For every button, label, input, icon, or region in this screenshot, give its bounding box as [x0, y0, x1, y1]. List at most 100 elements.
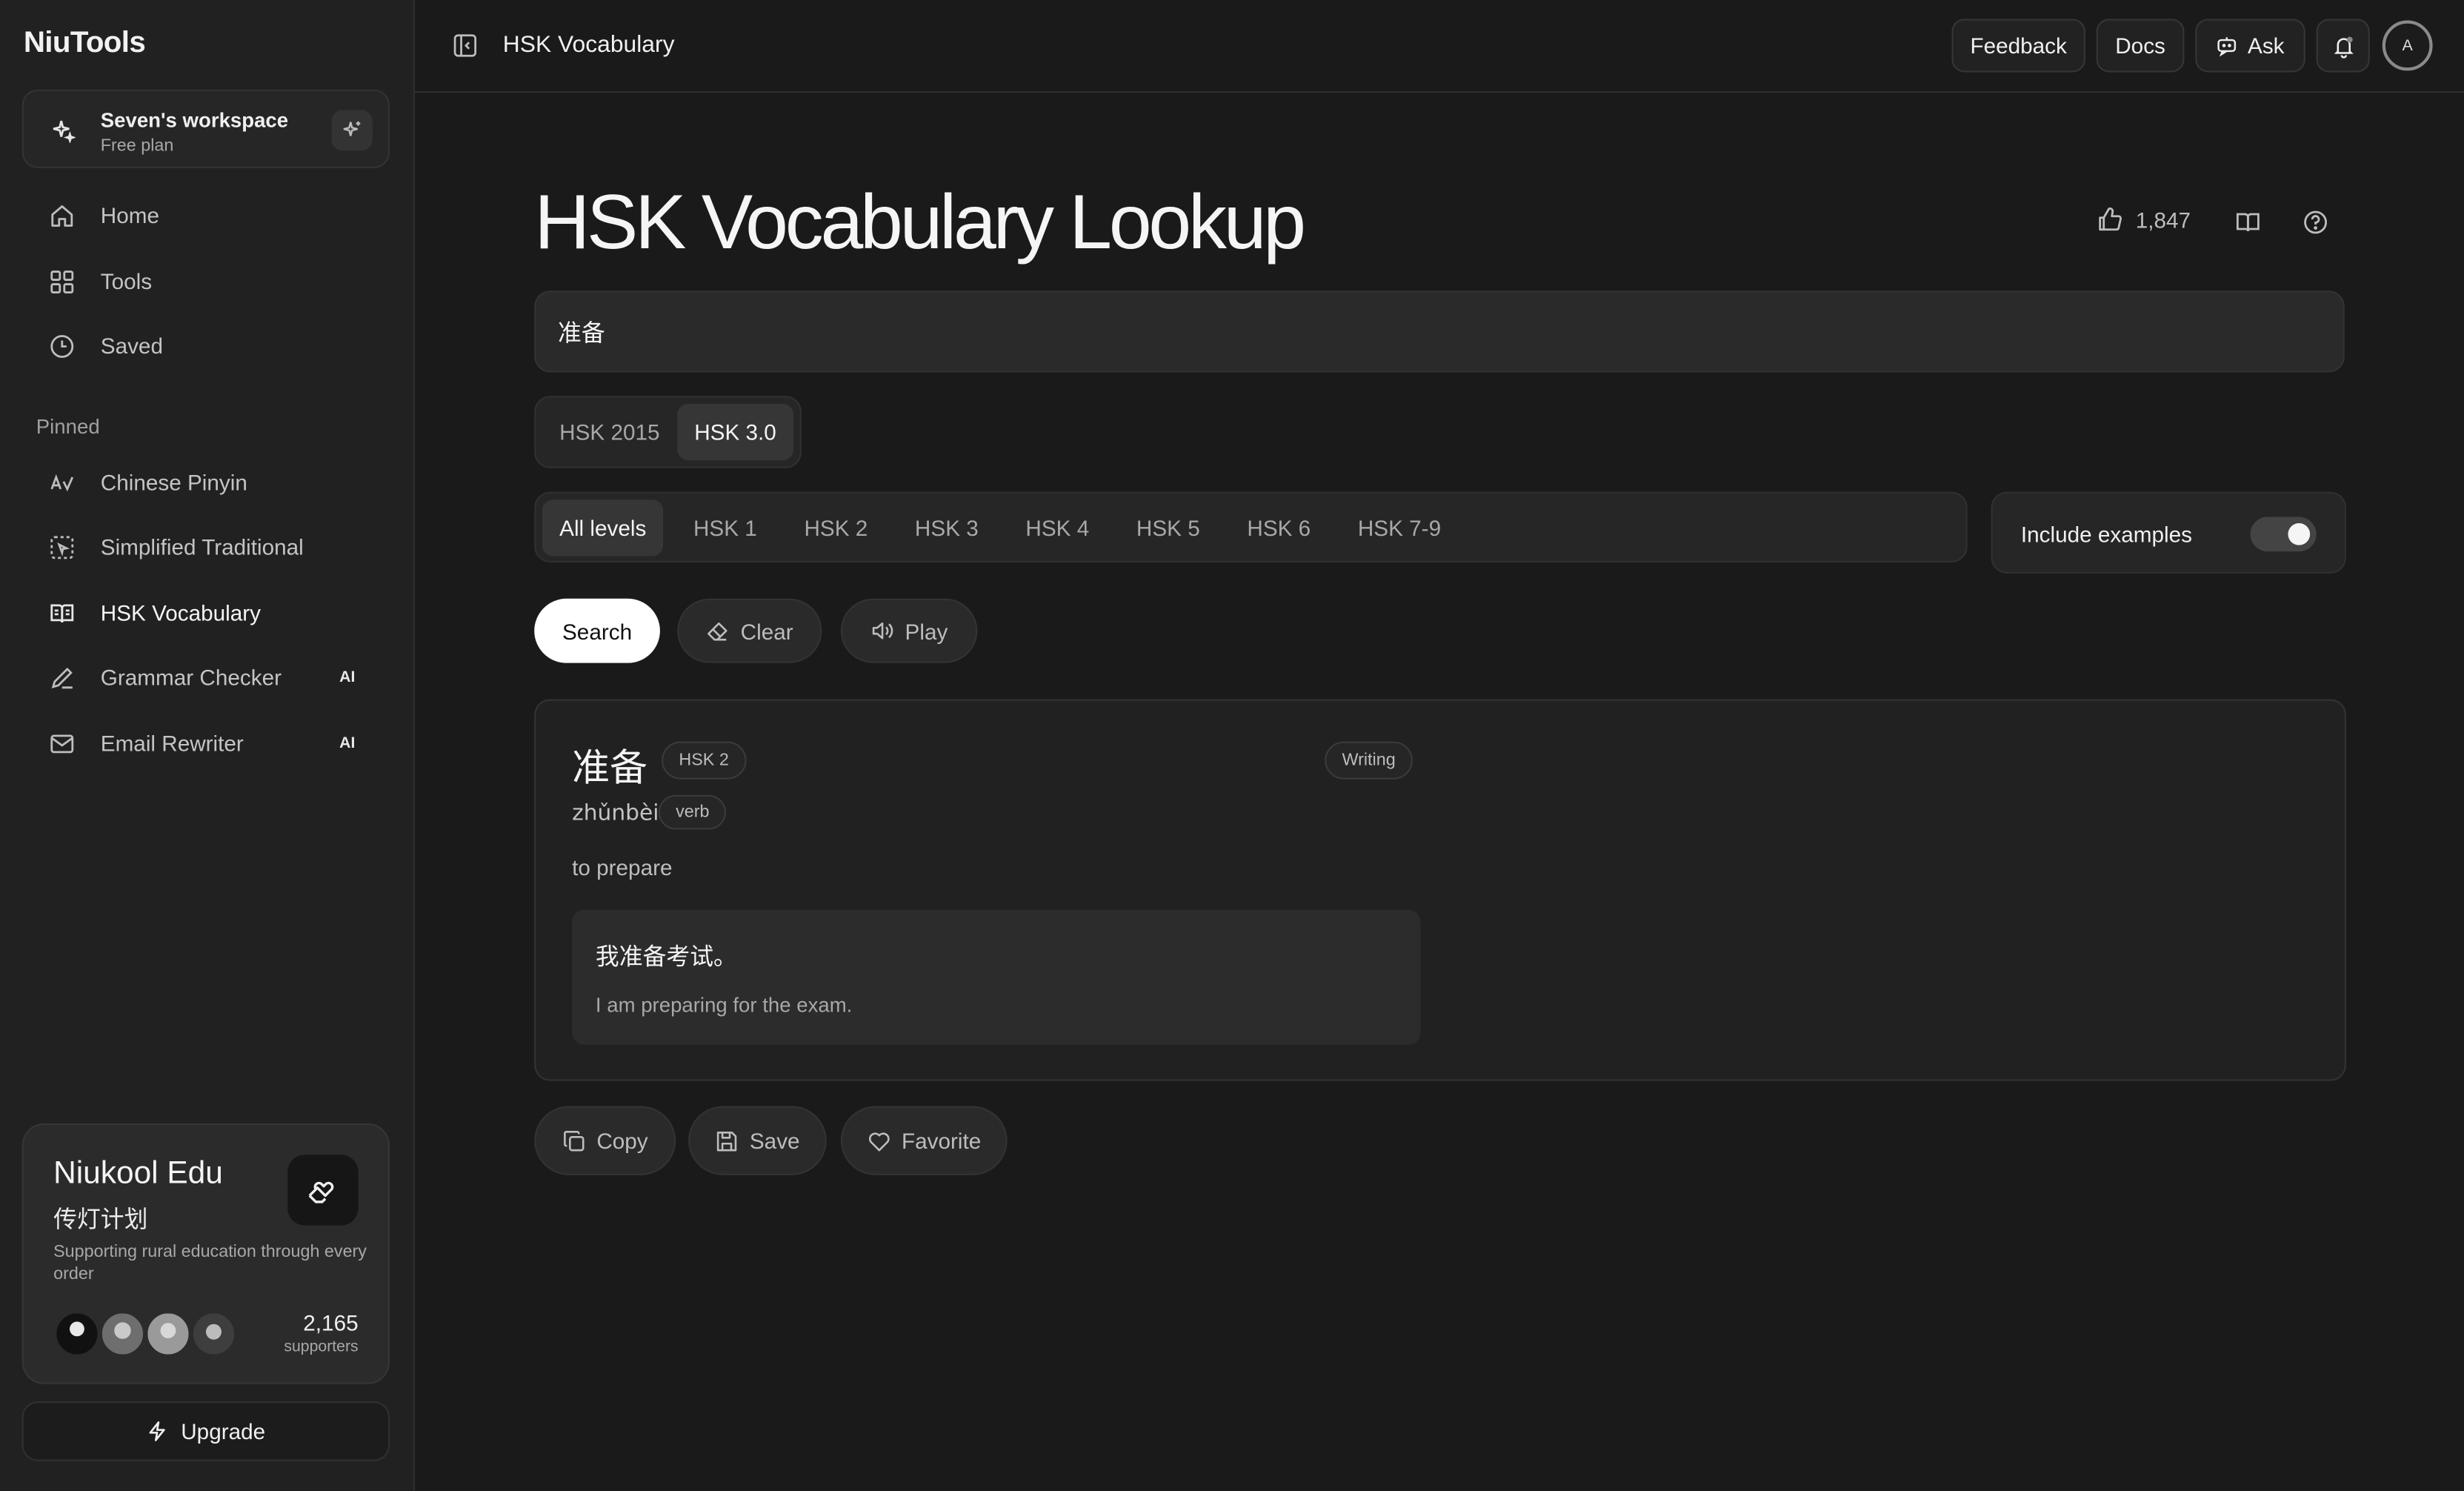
pinyin-icon: [47, 468, 76, 497]
level-hsk-7-9[interactable]: HSK 7-9: [1341, 499, 1459, 555]
include-examples-toggle[interactable]: [2250, 517, 2317, 552]
user-avatar[interactable]: A: [2382, 20, 2433, 71]
play-label: Play: [905, 618, 948, 644]
favorite-label: Favorite: [901, 1128, 982, 1154]
example-box: 我准备考试。 I am preparing for the exam.: [572, 909, 1421, 1045]
sidebar-item-label: Chinese Pinyin: [100, 469, 247, 495]
speaker-icon: [872, 622, 893, 640]
avatar: [190, 1310, 238, 1358]
level-all[interactable]: All levels: [542, 499, 664, 556]
ask-button[interactable]: Ask: [2195, 19, 2305, 73]
thumbs-up-icon: [2099, 207, 2122, 231]
example-english: I am preparing for the exam.: [595, 992, 853, 1017]
level-hsk-2[interactable]: HSK 2: [787, 499, 885, 555]
home-icon: [47, 201, 76, 229]
save-button[interactable]: Save: [688, 1106, 827, 1175]
sidebar-item-home[interactable]: Home: [31, 188, 380, 242]
like-button[interactable]: 1,847: [2097, 206, 2191, 233]
level-filter: All levels HSK 1 HSK 2 HSK 3 HSK 4 HSK 5…: [534, 491, 1968, 562]
sidebar-item-label: HSK Vocabulary: [100, 600, 262, 625]
book-open-icon: [47, 599, 76, 627]
chat-bot-icon: [2218, 37, 2237, 57]
sidebar-item-grammar-checker[interactable]: Grammar Checker AI: [31, 651, 380, 704]
heart-icon: [868, 1132, 889, 1151]
sparkle-icon: [343, 121, 361, 136]
floppy-disk-icon: [716, 1130, 737, 1151]
level-hsk-1[interactable]: HSK 1: [676, 499, 775, 555]
level-badge: HSK 2: [662, 741, 747, 780]
copy-label: Copy: [596, 1128, 648, 1154]
sidebar-item-label: Simplified Traditional: [100, 534, 304, 559]
pen-icon: [47, 663, 76, 691]
ai-badge: AI: [339, 734, 356, 752]
avatar: [144, 1310, 192, 1358]
result-pinyin: zhǔnbèi: [572, 801, 659, 827]
example-chinese: 我准备考试。: [595, 943, 737, 972]
help-circle-icon[interactable]: [2302, 209, 2329, 236]
favorite-button[interactable]: Favorite: [840, 1106, 1008, 1175]
pinned-section-label: Pinned: [36, 414, 100, 439]
search-button[interactable]: Search: [534, 598, 660, 663]
sidebar-item-tools[interactable]: Tools: [31, 254, 380, 308]
level-hsk-5[interactable]: HSK 5: [1119, 499, 1218, 555]
mail-icon: [47, 729, 76, 757]
standard-selector: HSK 2015 HSK 3.0: [534, 396, 802, 468]
promo-title: Niukool Edu: [53, 1156, 223, 1192]
ai-badge: AI: [339, 668, 356, 686]
result-card: 准备 HSK 2 Writing zhǔnbèi verb to prepare…: [534, 699, 2346, 1081]
play-button[interactable]: Play: [840, 598, 978, 663]
topbar: HSK Vocabulary Feedback Docs Ask A: [414, 0, 2464, 93]
sidebar-item-label: Saved: [100, 333, 163, 359]
copy-button[interactable]: Copy: [534, 1106, 676, 1175]
sidebar-item-hsk-vocabulary[interactable]: HSK Vocabulary: [31, 586, 380, 640]
result-word: 准备: [572, 746, 647, 791]
sidebar-item-saved[interactable]: Saved: [31, 319, 380, 372]
part-of-speech-badge: verb: [658, 794, 727, 830]
grid-icon: [47, 267, 76, 295]
tab-hsk-2015[interactable]: HSK 2015: [542, 404, 677, 460]
brand-logo[interactable]: NiuTools: [24, 27, 146, 62]
result-meaning: to prepare: [572, 854, 673, 880]
workspace-ai-button[interactable]: [331, 110, 373, 151]
avatar: [99, 1310, 147, 1358]
search-input[interactable]: [536, 292, 2343, 371]
docs-label: Docs: [2115, 33, 2165, 59]
level-hsk-6[interactable]: HSK 6: [1230, 499, 1328, 555]
convert-icon: [47, 533, 76, 561]
level-hsk-4[interactable]: HSK 4: [1008, 499, 1107, 555]
sidebar-item-simplified-traditional[interactable]: Simplified Traditional: [31, 520, 380, 574]
workspace-name: Seven's workspace: [100, 108, 289, 133]
avatar: [53, 1310, 101, 1358]
notifications-button[interactable]: [2316, 19, 2370, 73]
tag-badge: Writing: [1325, 741, 1414, 780]
sidebar-item-email-rewriter[interactable]: Email Rewriter AI: [31, 717, 380, 770]
save-label: Save: [749, 1128, 800, 1154]
sidebar-item-chinese-pinyin[interactable]: Chinese Pinyin: [31, 456, 380, 509]
clear-label: Clear: [740, 618, 793, 644]
promo-card[interactable]: Niukool Edu 传灯计划 Supporting rural educat…: [21, 1123, 390, 1384]
supporter-count-label: supporters: [284, 1338, 359, 1356]
clear-button[interactable]: Clear: [677, 598, 822, 663]
upgrade-button[interactable]: Upgrade: [21, 1401, 390, 1461]
sidebar-item-label: Grammar Checker: [100, 664, 282, 690]
toggle-knob: [2288, 522, 2311, 545]
search-field-container: [534, 290, 2345, 373]
sidebar-item-label: Tools: [100, 268, 153, 294]
docs-button[interactable]: Docs: [2096, 19, 2185, 73]
workspace-plan: Free plan: [100, 136, 174, 156]
level-hsk-3[interactable]: HSK 3: [898, 499, 996, 555]
sidebar: NiuTools Seven's workspace Free plan Hom…: [0, 0, 415, 1491]
like-count: 1,847: [2135, 206, 2191, 232]
tab-hsk-3-0[interactable]: HSK 3.0: [676, 403, 794, 461]
feedback-button[interactable]: Feedback: [1951, 19, 2085, 73]
search-label: Search: [562, 618, 633, 644]
page-title: HSK Vocabulary Lookup: [534, 180, 1306, 266]
sidebar-toggle-icon[interactable]: [453, 33, 478, 59]
ask-label: Ask: [2248, 33, 2285, 59]
app-window: NiuTools Seven's workspace Free plan Hom…: [0, 0, 2464, 1491]
sidebar-item-label: Email Rewriter: [100, 730, 244, 756]
breadcrumb: HSK Vocabulary: [502, 31, 675, 59]
promo-subtitle: 传灯计划: [53, 1206, 148, 1234]
book-open-icon[interactable]: [2234, 209, 2261, 236]
workspace-switcher[interactable]: Seven's workspace Free plan: [21, 89, 390, 168]
